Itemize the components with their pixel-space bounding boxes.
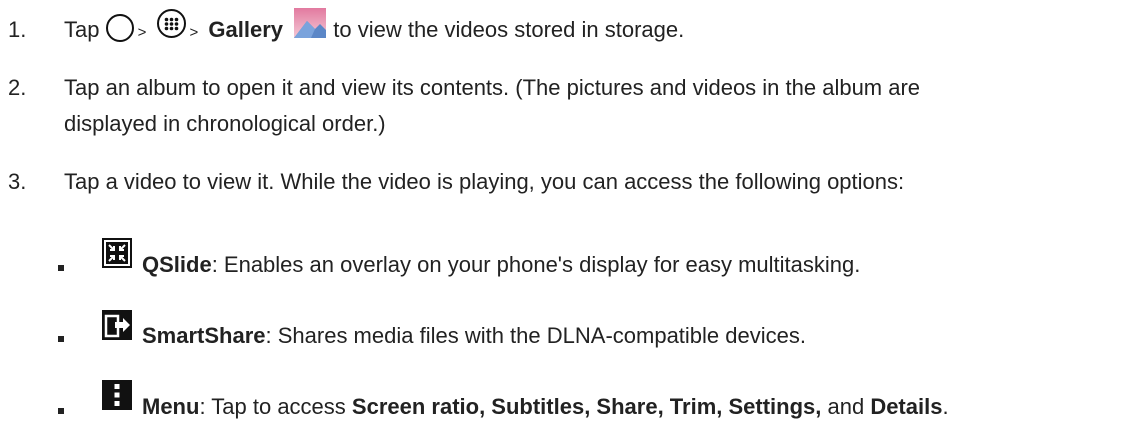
option-title: QSlide	[142, 252, 212, 277]
tap-label: Tap	[64, 17, 100, 42]
step-1: 1. Tap > > Gallery to view the videos st…	[8, 8, 684, 48]
gallery-icon	[293, 7, 327, 39]
option-description: : Tap to access	[199, 394, 352, 419]
step-2-line-1: Tap an album to open it and view its con…	[64, 75, 921, 100]
option-description: : Shares media files with the DLNA-compa…	[265, 323, 806, 348]
separator: >	[189, 24, 199, 41]
separator: >	[137, 24, 147, 41]
option-text: QSlide: Enables an overlay on your phone…	[142, 247, 860, 283]
apps-icon	[156, 8, 186, 38]
option-text: Menu: Tap to access Screen ratio, Subtit…	[142, 389, 949, 425]
option-title: Menu	[142, 394, 200, 419]
option-title: SmartShare	[142, 323, 266, 348]
step-number: 2.	[8, 75, 27, 100]
step-text: Tap a video to view it. While the video …	[64, 169, 905, 194]
qslide-icon	[102, 238, 132, 268]
home-icon	[105, 14, 134, 43]
option-description: : Enables an overlay on your phone's dis…	[211, 252, 861, 277]
option-and: and	[821, 394, 871, 419]
step-number: 1.	[8, 17, 27, 42]
option-menu-items: Screen ratio, Subtitles, Share, Trim, Se…	[351, 394, 822, 419]
bullet	[58, 336, 64, 342]
option-details: Details	[870, 394, 943, 419]
step-3: 3. Tap a video to view it. While the vid…	[8, 164, 904, 200]
option-period: .	[942, 394, 949, 419]
step-1-suffix: to view the videos stored in storage.	[333, 17, 685, 42]
smartshare-icon	[102, 310, 132, 340]
gallery-label: Gallery	[208, 17, 283, 42]
step-number: 3.	[8, 169, 27, 194]
step-text: Tap > > Gallery to view the videos store…	[64, 8, 1124, 51]
step-2: 2. Tap an album to open it and view its …	[8, 70, 920, 136]
step-2-line-2: displayed in chronological order.)	[64, 111, 386, 136]
bullet	[58, 408, 64, 414]
step-text: Tap an album to open it and view its con…	[64, 70, 1064, 142]
menu-icon	[102, 380, 132, 410]
option-text: SmartShare: Shares media files with the …	[142, 318, 806, 354]
bullet	[58, 265, 64, 271]
